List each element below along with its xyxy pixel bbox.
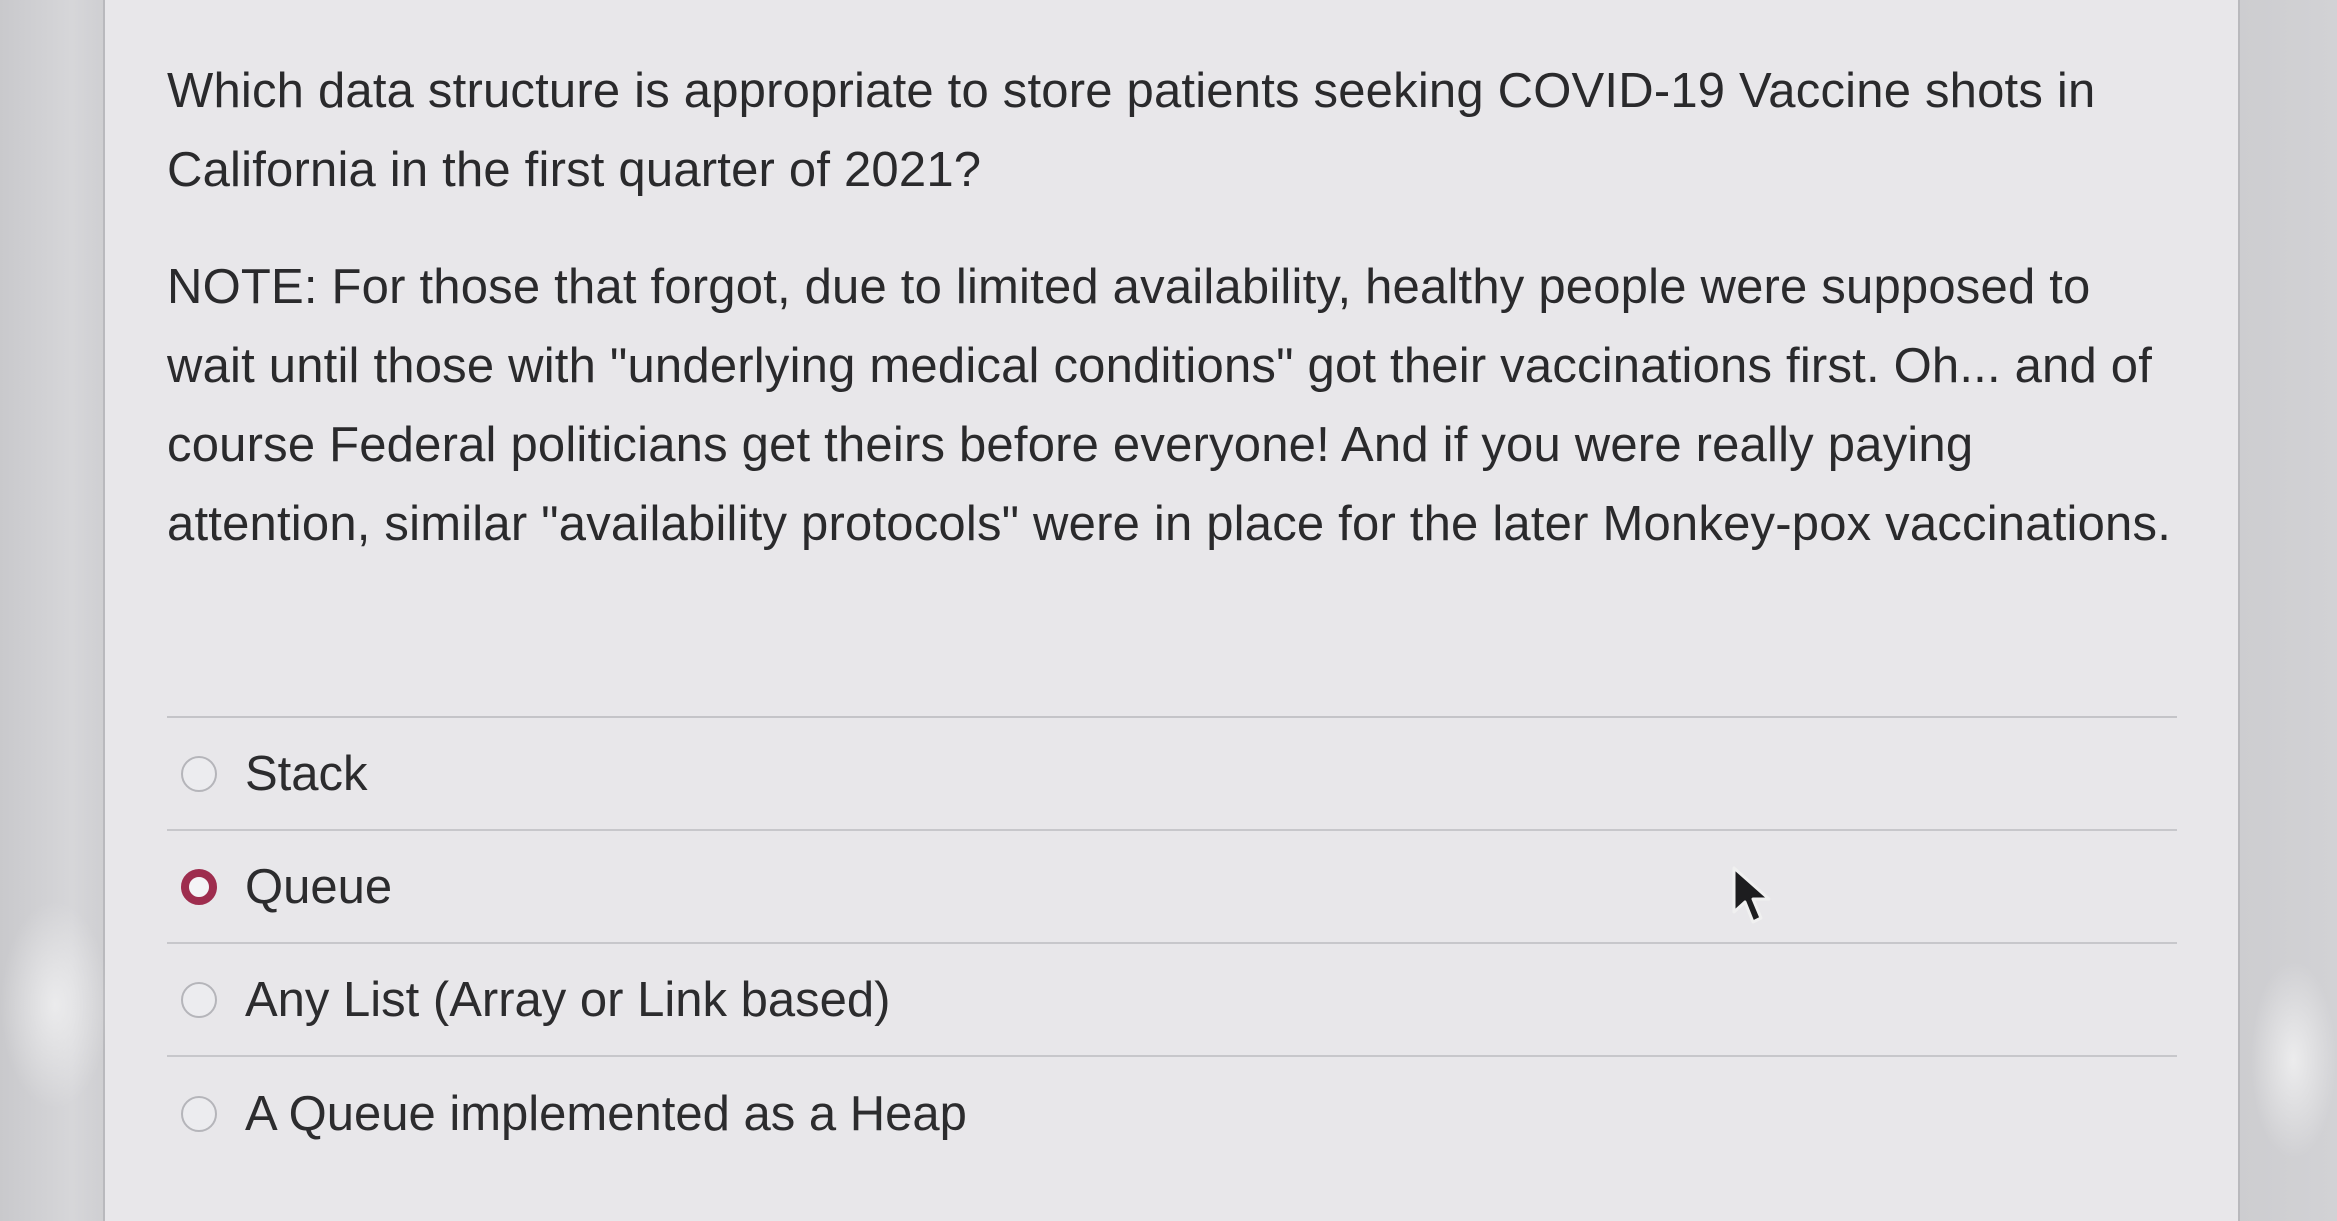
question-card: Which data structure is appropriate to s… (103, 0, 2240, 1221)
answer-list: Stack Queue Any List (Array or Link base… (167, 716, 2177, 1170)
answer-option-stack[interactable]: Stack (167, 718, 2177, 831)
answer-option-queue-heap[interactable]: A Queue implemented as a Heap (167, 1057, 2177, 1170)
answer-label-stack: Stack (245, 746, 368, 801)
answer-option-queue[interactable]: Queue (167, 831, 2177, 944)
radio-button-queue-heap[interactable] (181, 1095, 217, 1132)
right-margin (2240, 0, 2337, 1221)
question-note: NOTE: For those that forgot, due to limi… (167, 260, 2172, 551)
mouse-pointer-icon (1732, 866, 1771, 924)
radio-button-any-list[interactable] (181, 981, 217, 1018)
radio-button-stack[interactable] (181, 755, 217, 792)
answer-label-queue: Queue (245, 859, 393, 914)
answer-label-queue-heap: A Queue implemented as a Heap (245, 1086, 967, 1141)
answer-option-any-list[interactable]: Any List (Array or Link based) (167, 944, 2177, 1057)
left-margin (0, 0, 103, 1221)
question-prompt: Which data structure is appropriate to s… (167, 64, 2096, 197)
radio-button-queue[interactable] (181, 868, 217, 905)
answer-label-any-list: Any List (Array or Link based) (245, 972, 891, 1027)
